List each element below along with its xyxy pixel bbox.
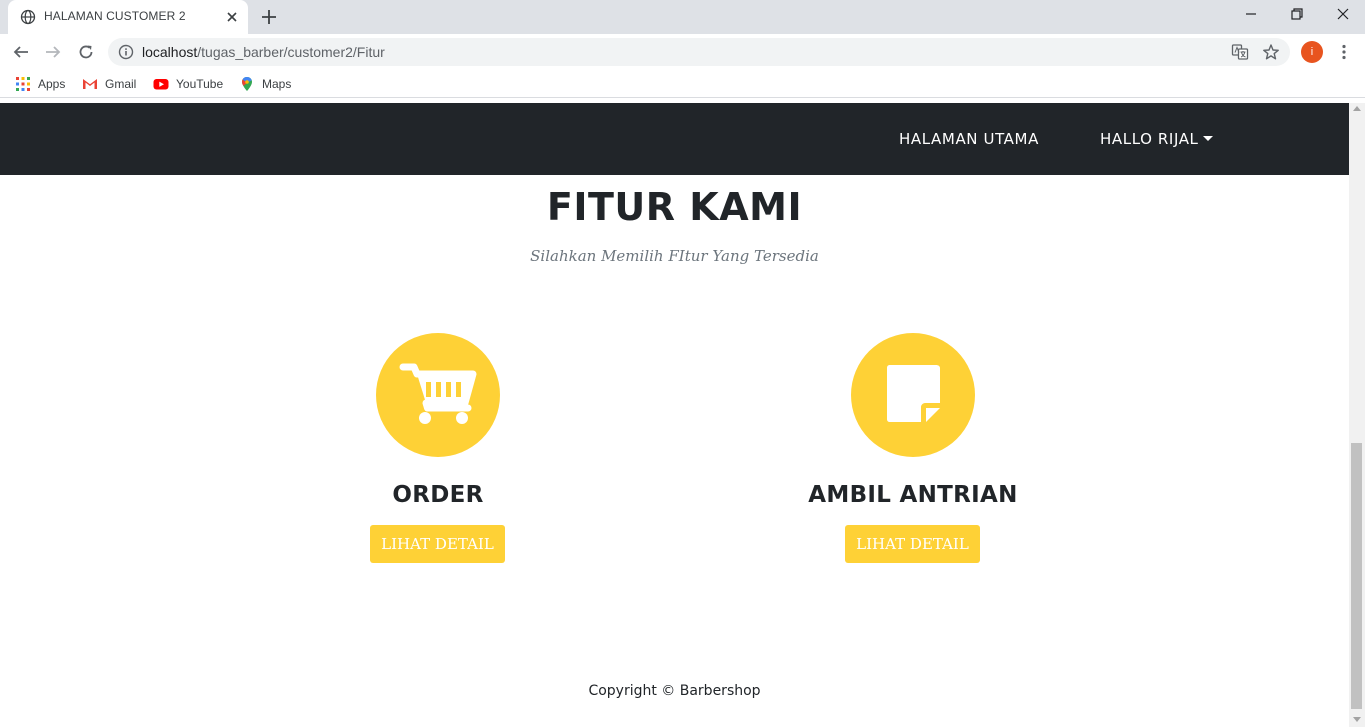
url-path: /tugas_barber/customer2/Fitur — [197, 44, 385, 60]
address-bar[interactable]: localhost/tugas_barber/customer2/Fitur — [108, 38, 1290, 66]
scroll-down-arrow-icon[interactable] — [1353, 717, 1361, 722]
browser-tab[interactable]: HALAMAN CUSTOMER 2 — [8, 0, 248, 34]
shopping-cart-icon — [399, 363, 477, 424]
user-greeting: HALLO RIJAL — [1100, 130, 1199, 148]
page-scrollbar[interactable] — [1349, 103, 1365, 727]
order-detail-button[interactable]: LIHAT DETAIL — [370, 525, 505, 563]
feature-name: AMBIL ANTRIAN — [808, 482, 1018, 508]
caret-down-icon — [1202, 136, 1213, 141]
sticky-note-icon — [887, 365, 940, 422]
reload-icon[interactable] — [77, 43, 95, 61]
minimize-icon[interactable] — [1243, 6, 1259, 22]
browser-toolbar: localhost/tugas_barber/customer2/Fitur i — [0, 34, 1365, 70]
scroll-thumb[interactable] — [1351, 443, 1362, 709]
feature-icon-circle — [851, 333, 975, 457]
restore-icon[interactable] — [1289, 6, 1305, 22]
bookmark-star-icon[interactable] — [1262, 43, 1280, 61]
browser-menu-icon[interactable] — [1335, 43, 1353, 61]
profile-avatar[interactable]: i — [1301, 41, 1323, 63]
bookmark-label: Apps — [38, 77, 66, 91]
section-subtitle: Silahkan Memilih FItur Yang Tersedia — [530, 247, 819, 265]
url-text: localhost/tugas_barber/customer2/Fitur — [142, 44, 385, 60]
close-window-icon[interactable] — [1335, 6, 1351, 22]
queue-detail-button[interactable]: LIHAT DETAIL — [845, 525, 980, 563]
page-viewport: HALAMAN UTAMA HALLO RIJAL FITUR KAMI Sil… — [0, 103, 1349, 727]
forward-icon[interactable] — [44, 43, 62, 61]
new-tab-icon[interactable] — [259, 7, 279, 27]
bookmark-label: YouTube — [176, 77, 224, 91]
close-tab-icon[interactable] — [224, 9, 240, 25]
browser-tabstrip: HALAMAN CUSTOMER 2 — [0, 0, 1365, 34]
url-host: localhost — [142, 44, 198, 60]
feature-order: ORDER LIHAT DETAIL — [288, 333, 588, 573]
gmail-icon — [83, 79, 97, 89]
user-dropdown[interactable]: HALLO RIJAL — [1100, 130, 1213, 148]
back-icon[interactable] — [12, 43, 30, 61]
scroll-up-arrow-icon[interactable] — [1353, 106, 1361, 111]
feature-queue: AMBIL ANTRIAN LIHAT DETAIL — [763, 333, 1063, 573]
nav-home-link[interactable]: HALAMAN UTAMA — [899, 130, 1039, 148]
site-navbar: HALAMAN UTAMA HALLO RIJAL — [0, 103, 1349, 175]
section-title: FITUR KAMI — [546, 185, 803, 229]
bookmark-label: Gmail — [105, 77, 137, 91]
site-info-icon[interactable] — [118, 44, 134, 60]
footer-copyright: Copyright © Barbershop — [588, 683, 761, 699]
globe-icon — [20, 9, 36, 25]
apps-grid-icon — [16, 77, 30, 91]
tab-title: HALAMAN CUSTOMER 2 — [44, 9, 186, 23]
translate-icon[interactable] — [1231, 43, 1249, 61]
youtube-icon — [153, 79, 169, 90]
bookmark-label: Maps — [262, 77, 292, 91]
feature-icon-circle — [376, 333, 500, 457]
maps-pin-icon — [242, 77, 252, 91]
bookmarks-bar: Apps Gmail YouTube Maps — [0, 70, 1365, 98]
feature-name: ORDER — [392, 482, 484, 508]
